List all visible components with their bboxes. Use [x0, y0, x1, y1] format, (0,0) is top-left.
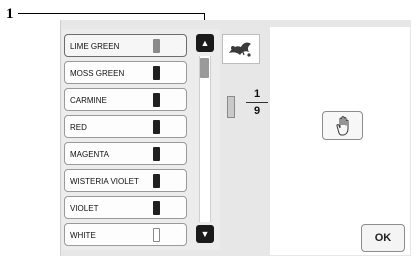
thread-spool-icon: [153, 66, 160, 80]
ok-button[interactable]: OK: [361, 224, 405, 252]
flower-design-icon: [229, 42, 251, 57]
callout-number: 1: [6, 6, 14, 22]
scrollbar-thumb[interactable]: [200, 58, 209, 78]
counter-current: 1: [253, 88, 261, 100]
thread-color-label: MAGENTA: [70, 150, 109, 159]
color-counter: 1 9: [246, 88, 268, 117]
thread-color-label: VIOLET: [70, 204, 99, 213]
thread-color-item[interactable]: WHITE: [64, 223, 187, 246]
counter-divider: [246, 102, 268, 103]
thread-color-item[interactable]: CARMINE: [64, 88, 187, 111]
triangle-down-icon: ▼: [200, 229, 210, 239]
triangle-up-icon: ▲: [200, 38, 210, 48]
thread-color-item[interactable]: WISTERIA VIOLET: [64, 169, 187, 192]
thread-spool-icon: [153, 201, 160, 215]
scroll-up-button[interactable]: ▲: [196, 34, 214, 52]
spool-icon: [227, 96, 235, 118]
scrollbar-track[interactable]: [199, 56, 211, 222]
hand-icon: [336, 116, 349, 136]
thread-color-item[interactable]: MAGENTA: [64, 142, 187, 165]
thread-color-label: CARMINE: [70, 96, 107, 105]
callout-line-horizontal: [18, 13, 205, 14]
thread-color-item[interactable]: RED: [64, 115, 187, 138]
counter-total: 9: [253, 105, 261, 117]
thread-color-label: RED: [70, 123, 87, 132]
hand-button[interactable]: [322, 111, 363, 140]
thread-color-label: MOSS GREEN: [70, 69, 125, 78]
thread-spool-icon: [153, 147, 160, 161]
thread-spool-icon: [153, 174, 160, 188]
scroll-down-button[interactable]: ▼: [196, 225, 214, 243]
thread-color-label: WISTERIA VIOLET: [70, 177, 139, 186]
embroidery-preview: [222, 34, 260, 64]
thread-spool-icon: [153, 39, 160, 53]
thread-spool-icon: [153, 228, 160, 242]
thread-spool-icon: [153, 120, 160, 134]
thread-color-label: WHITE: [70, 231, 96, 240]
thread-color-item[interactable]: VIOLET: [64, 196, 187, 219]
thread-color-item[interactable]: MOSS GREEN: [64, 61, 187, 84]
thread-color-item[interactable]: LIME GREEN: [64, 34, 187, 57]
thread-color-label: LIME GREEN: [70, 42, 120, 51]
thread-spool-icon: [153, 93, 160, 107]
